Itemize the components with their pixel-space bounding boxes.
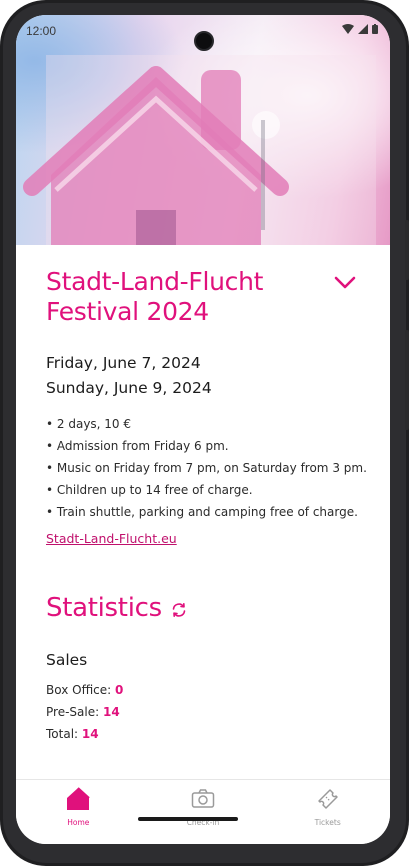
event-detail-item: • Music on Friday from 7 pm, on Saturday… [46, 461, 367, 475]
nav-item-check-in[interactable]: Check-in [141, 780, 266, 844]
ticket-icon [317, 789, 338, 809]
chevron-down-icon[interactable] [334, 275, 356, 291]
front-camera [194, 31, 214, 51]
signal-icon [358, 24, 368, 34]
stat-row-box-office: Box Office: 0 [46, 679, 364, 701]
battery-icon [372, 24, 378, 34]
stat-value: 14 [81, 727, 99, 741]
stat-value: 14 [102, 705, 120, 719]
stat-label: Pre-Sale: [46, 705, 100, 719]
wifi-icon [342, 24, 354, 34]
event-details-list: • 2 days, 10 € • Admission from Friday 6… [46, 413, 367, 523]
status-icons [342, 24, 378, 34]
volume-button [405, 330, 409, 430]
event-date-start: Friday, June 7, 2024 [46, 354, 201, 372]
event-content: Stadt-Land-Flucht Festival 2024 Friday, … [46, 267, 367, 745]
stat-value: 0 [115, 683, 124, 697]
sales-title: Sales [46, 651, 88, 669]
app-screen: 12:00 Stadt-Land-Flucht Festival 2024 Fr… [16, 15, 390, 844]
sales-stats: Box Office: 0 Pre-Sale: 14 Total: 14 [46, 679, 364, 745]
home-icon [67, 787, 91, 810]
refresh-icon[interactable] [170, 601, 188, 619]
event-date-end: Sunday, June 9, 2024 [46, 379, 212, 397]
statistics-title: Statistics [46, 593, 162, 623]
stat-row-total: Total: 14 [46, 723, 364, 745]
event-dates: Friday, June 7, 2024 Sunday, June 9, 202… [46, 351, 364, 401]
nav-label-home: Home [67, 818, 90, 827]
nav-label-tickets: Tickets [314, 818, 341, 827]
bottom-navigation: Home Check-in Tickets [16, 779, 390, 844]
event-detail-item: • Train shuttle, parking and camping fre… [46, 505, 358, 519]
status-time: 12:00 [26, 24, 57, 38]
event-detail-item: • Admission from Friday 6 pm. [46, 439, 229, 453]
event-title: Stadt-Land-Flucht Festival 2024 [46, 267, 264, 326]
stat-label: Total: [46, 727, 79, 741]
home-indicator[interactable] [138, 817, 238, 821]
nav-item-home[interactable]: Home [16, 780, 141, 844]
event-website-link[interactable]: Stadt-Land-Flucht.eu [46, 531, 177, 546]
stat-label: Box Office: [46, 683, 112, 697]
statistics-header: Statistics [46, 591, 364, 625]
power-button [405, 220, 409, 280]
event-detail-item: • 2 days, 10 € [46, 417, 132, 431]
event-detail-item: • Children up to 14 free of charge. [46, 483, 253, 497]
nav-item-tickets[interactable]: Tickets [265, 780, 390, 844]
camera-icon [191, 789, 215, 808]
phone-frame: 12:00 Stadt-Land-Flucht Festival 2024 Fr… [0, 0, 409, 866]
stat-row-pre-sale: Pre-Sale: 14 [46, 701, 364, 723]
